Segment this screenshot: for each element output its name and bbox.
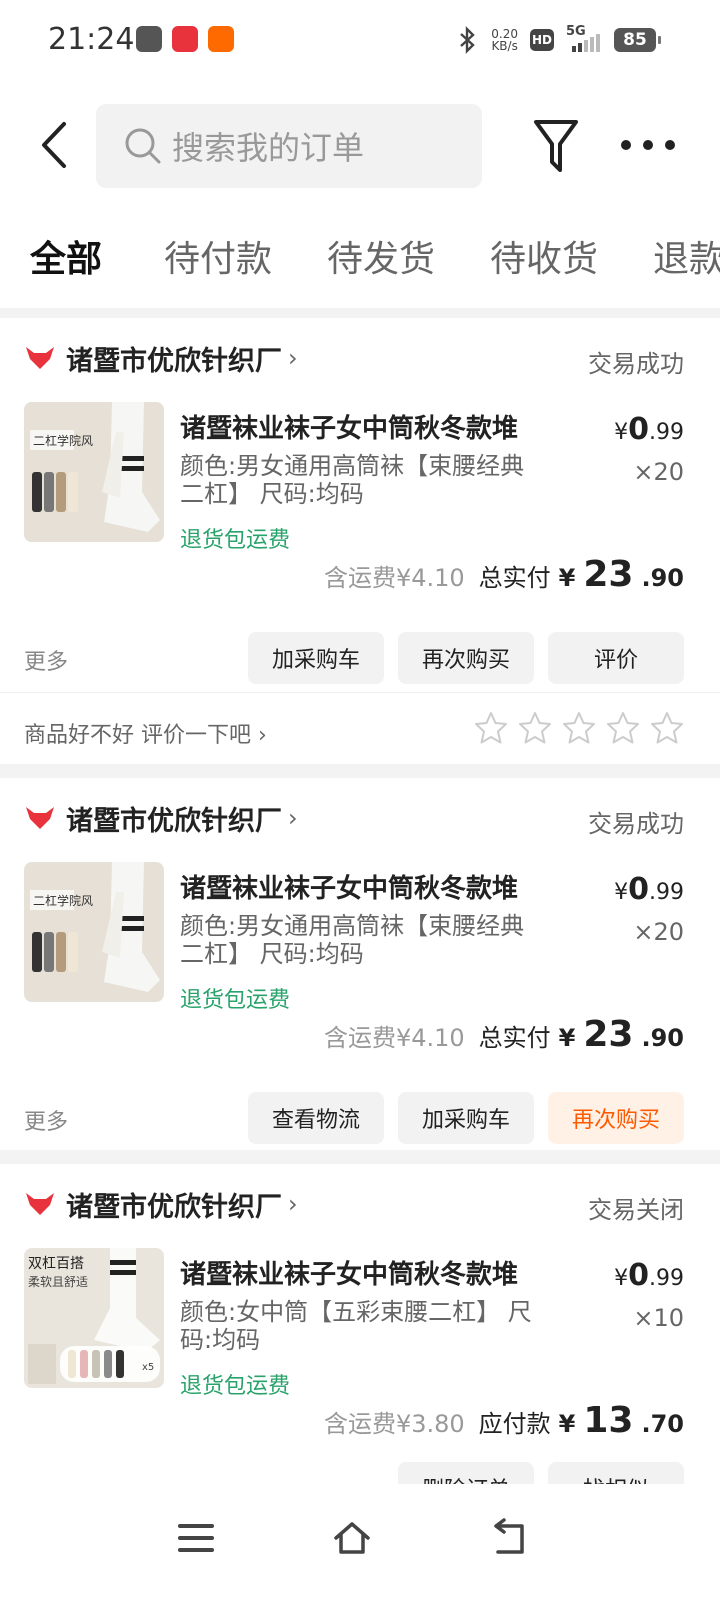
product-title[interactable]: 诸暨袜业袜子女中筒秋冬款堆 (180, 1254, 518, 1291)
add-to-purchase-cart-button[interactable]: 加采购车 (248, 632, 384, 684)
quantity: ×20 (633, 918, 684, 946)
shipping-fee: 含运费¥4.10 (323, 1024, 465, 1052)
shipping-fee: 含运费¥3.80 (323, 1410, 465, 1438)
add-to-purchase-cart-button[interactable]: 加采购车 (398, 1092, 534, 1144)
product-image[interactable]: 双杠百搭 柔软且舒适 x5 (24, 1248, 164, 1388)
back-button[interactable] (36, 120, 76, 170)
star-icon[interactable] (650, 711, 684, 745)
order-status: 交易关闭 (588, 1196, 684, 1224)
unit-price: ¥0.99 (614, 872, 684, 907)
chevron-right-icon: › (288, 1190, 298, 1218)
product-image[interactable]: 二杠学院风 (24, 862, 164, 1002)
order-status: 交易成功 (588, 350, 684, 378)
star-icon[interactable] (562, 711, 596, 745)
thumb-caption: 二杠学院风 (33, 893, 93, 908)
product-title[interactable]: 诸暨袜业袜子女中筒秋冬款堆 (180, 408, 518, 445)
free-return-badge: 退货包运费 (180, 988, 291, 1013)
filter-button[interactable] (532, 118, 580, 174)
back-icon[interactable] (488, 1518, 528, 1558)
order-card: 诸暨市优欣针织厂 › 交易成功 二杠学院风 诸暨袜业袜子女中筒秋冬款堆 颜色:男… (0, 318, 720, 764)
home-icon[interactable] (332, 1518, 372, 1558)
status-bar: 21:24 0.20 KB/s HD 5G 85 (0, 0, 720, 80)
shop-logo-icon (26, 807, 54, 829)
signal-icon: 5G (566, 24, 602, 54)
product-image[interactable]: 二杠学院风 (24, 402, 164, 542)
order-total: 含运费¥4.10 总实付 ¥23.90 (323, 1014, 684, 1055)
tab-pending-shipment[interactable]: 待发货 (327, 230, 435, 282)
order-status: 交易成功 (588, 810, 684, 838)
net-speed: 0.20 KB/s (491, 27, 518, 53)
shop-logo-icon (26, 347, 54, 369)
app-notification-icon (208, 26, 234, 52)
menu-icon[interactable] (176, 1518, 216, 1558)
search-icon (125, 128, 161, 164)
unit-price: ¥0.99 (614, 412, 684, 447)
shipping-fee: 含运费¥4.10 (323, 564, 465, 592)
thumb-caption-2: 柔软且舒适 (28, 1275, 88, 1289)
bluetooth-icon (460, 26, 476, 54)
product-spec: 颜色:男女通用高筒袜【束腰经典二杠】 尺码:均码 (180, 912, 525, 968)
shop-name: 诸暨市优欣针织厂 (66, 805, 282, 837)
order-total: 含运费¥3.80 应付款 ¥13.70 (323, 1400, 684, 1441)
quantity: ×20 (633, 458, 684, 486)
shop-name: 诸暨市优欣针织厂 (66, 345, 282, 377)
order-card: 诸暨市优欣针织厂 › 交易关闭 双杠百搭 柔软且舒适 x5 诸暨袜业袜子女中筒秋… (0, 1164, 720, 1494)
shop-logo-icon (26, 1193, 54, 1215)
order-total: 含运费¥4.10 总实付 ¥23.90 (323, 554, 684, 595)
tab-pending-receipt[interactable]: 待收货 (490, 230, 598, 282)
order-tabs: 全部 待付款 待发货 待收货 退款 (0, 220, 720, 308)
status-time: 21:24 (48, 22, 135, 57)
app-notification-icon (172, 26, 198, 52)
total-label: 总实付 (478, 564, 551, 592)
quantity: ×10 (633, 1304, 684, 1332)
tab-all[interactable]: 全部 (30, 230, 102, 282)
total-label: 总实付 (478, 1024, 551, 1052)
product-spec: 颜色:女中筒【五彩束腰二杠】 尺码:均码 (180, 1298, 532, 1354)
product-spec: 颜色:男女通用高筒袜【束腰经典二杠】 尺码:均码 (180, 452, 525, 508)
total-label: 应付款 (478, 1410, 551, 1438)
chevron-right-icon: › (288, 804, 298, 832)
star-icon[interactable] (474, 711, 508, 745)
thumb-caption: 双杠百搭 (28, 1256, 84, 1272)
rating-stars (474, 711, 684, 745)
buy-again-button[interactable]: 再次购买 (398, 632, 534, 684)
shop-name: 诸暨市优欣针织厂 (66, 1191, 282, 1223)
tab-pending-payment[interactable]: 待付款 (164, 230, 272, 282)
header: 搜索我的订单 (0, 80, 720, 220)
buy-again-button[interactable]: 再次购买 (548, 1092, 684, 1144)
more-link[interactable]: 更多 (24, 644, 68, 676)
tab-refund[interactable]: 退款 (653, 230, 720, 282)
product-title[interactable]: 诸暨袜业袜子女中筒秋冬款堆 (180, 868, 518, 905)
star-icon[interactable] (518, 711, 552, 745)
free-return-badge: 退货包运费 (180, 1374, 291, 1399)
unit-price: ¥0.99 (614, 1258, 684, 1293)
rating-prompt-link[interactable]: 商品好不好 评价一下吧 › (24, 717, 267, 749)
thumb-badge: x5 (142, 1362, 154, 1373)
app-notification-icon (136, 26, 162, 52)
shop-link[interactable]: 诸暨市优欣针织厂 › (24, 1184, 298, 1224)
shop-link[interactable]: 诸暨市优欣针织厂 › (24, 338, 298, 378)
rating-prompt: 商品好不好 评价一下吧 › (0, 692, 720, 768)
shop-link[interactable]: 诸暨市优欣针织厂 › (24, 798, 298, 838)
order-card: 诸暨市优欣针织厂 › 交易成功 二杠学院风 诸暨袜业袜子女中筒秋冬款堆 颜色:男… (0, 778, 720, 1150)
review-button[interactable]: 评价 (548, 632, 684, 684)
free-return-badge: 退货包运费 (180, 528, 291, 553)
search-placeholder: 搜索我的订单 (172, 129, 365, 167)
view-logistics-button[interactable]: 查看物流 (248, 1092, 384, 1144)
thumb-caption: 二杠学院风 (33, 433, 93, 448)
more-options-button[interactable] (620, 130, 680, 160)
chevron-right-icon: › (288, 344, 298, 372)
more-link[interactable]: 更多 (24, 1104, 68, 1136)
star-icon[interactable] (606, 711, 640, 745)
search-input[interactable]: 搜索我的订单 (96, 104, 482, 188)
system-nav-bar (0, 1484, 720, 1600)
hd-badge: HD (530, 29, 554, 51)
battery-icon: 85 (614, 28, 661, 52)
